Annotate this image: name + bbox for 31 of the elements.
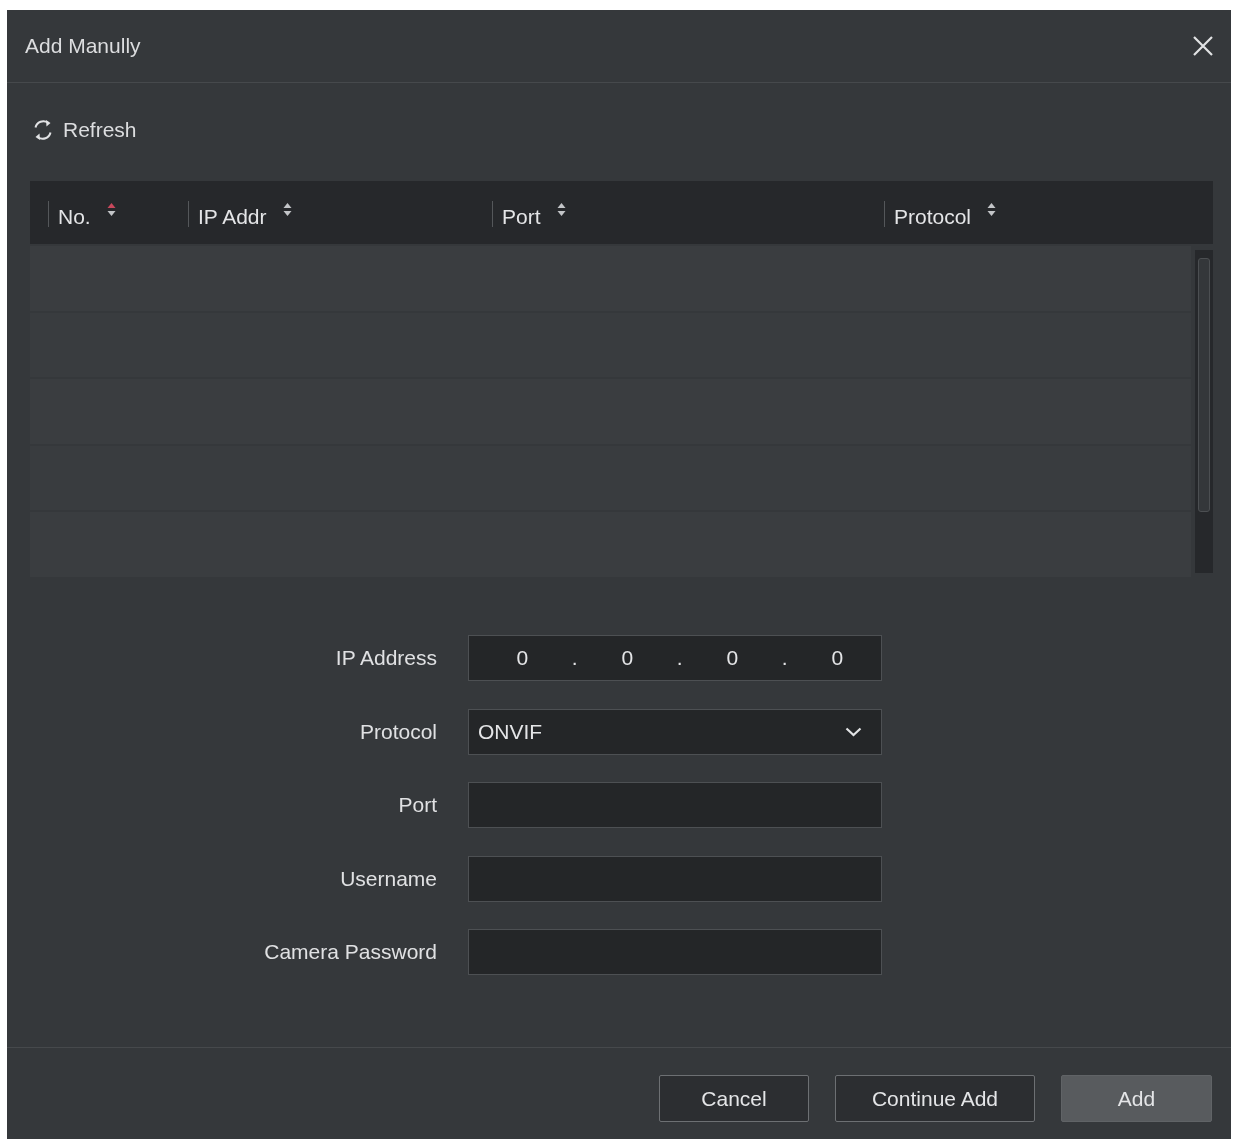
octet-separator: . [570,646,579,670]
ip-octet[interactable]: 0 [496,646,549,670]
input-field[interactable] [468,782,882,828]
ip-address-field[interactable]: 0 . 0 . 0 . 0 [468,635,882,681]
column-header[interactable]: IP Addr [188,181,492,244]
close-button[interactable] [1193,36,1213,56]
add-button[interactable]: Add [1061,1075,1212,1122]
refresh-button[interactable]: Refresh [31,118,137,142]
footer-button[interactable]: Cancel [659,1075,809,1122]
protocol-dropdown[interactable]: ONVIF [468,708,882,755]
octet-separator: . [675,646,684,670]
field-label: Camera Password [264,940,437,964]
column-header[interactable]: No. [48,181,188,244]
field-label: Username [340,866,437,891]
ip-octet[interactable]: 0 [811,646,864,670]
scrollbar[interactable] [1195,250,1213,573]
close-icon [1193,36,1213,56]
field-label: IP Address [335,646,437,670]
field-label: Port [398,793,437,817]
input-field[interactable] [468,929,882,975]
scrollbar-thumb[interactable] [1198,258,1210,512]
column-header[interactable]: Port [492,181,884,244]
footer-button[interactable]: Continue Add [835,1075,1035,1122]
ip-octet[interactable]: 0 [601,646,654,670]
column-header[interactable]: Protocol [884,181,1213,244]
dialog-title: Add Manully [25,34,141,58]
field-label: Protocol [359,719,437,744]
ip-octet[interactable]: 0 [706,646,759,670]
octet-separator: . [780,646,789,670]
input-field[interactable] [468,855,882,902]
chevron-down-icon [845,726,862,737]
